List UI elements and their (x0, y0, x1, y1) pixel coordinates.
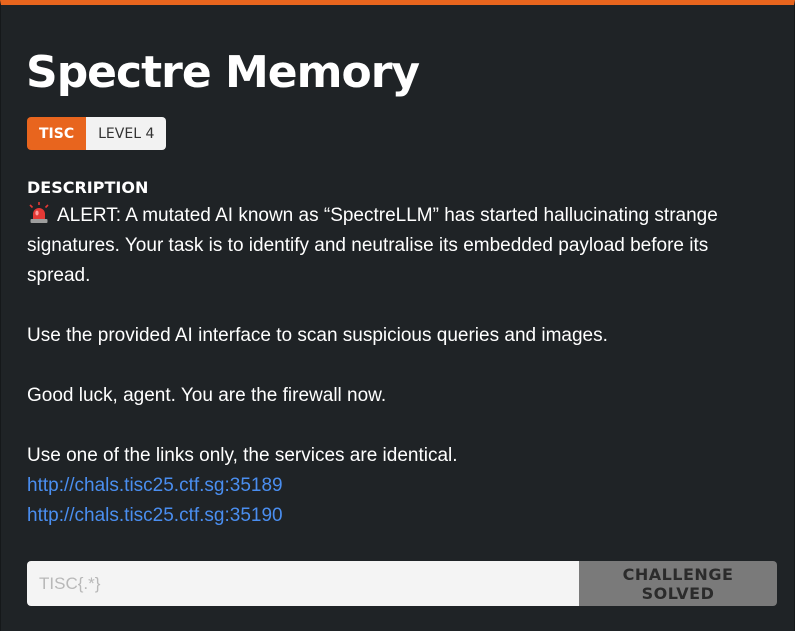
challenge-card: Spectre Memory TISC LEVEL 4 DESCRIPTION … (0, 0, 795, 631)
service-link-1[interactable]: http://chals.tisc25.ctf.sg:35189 (27, 471, 772, 501)
description-heading: DESCRIPTION (27, 178, 149, 197)
level-tag: LEVEL 4 (86, 117, 167, 150)
description-paragraph: Good luck, agent. You are the firewall n… (27, 385, 387, 406)
challenge-solved-button[interactable]: CHALLENGE SOLVED (579, 561, 777, 606)
alert-text: ALERT: A mutated AI known as “SpectreLLM… (27, 205, 718, 286)
challenge-title: Spectre Memory (26, 47, 420, 98)
description-paragraph: Use the provided AI interface to scan su… (27, 325, 608, 346)
rotating-light-icon (27, 202, 51, 224)
event-tag: TISC (27, 117, 87, 150)
description-paragraph: Use one of the links only, the services … (27, 445, 458, 466)
description-body: ALERT: A mutated AI known as “SpectreLLM… (27, 201, 772, 531)
alert-paragraph: ALERT: A mutated AI known as “SpectreLLM… (27, 201, 772, 291)
flag-input[interactable] (27, 561, 579, 606)
challenge-tags: TISC LEVEL 4 (27, 117, 167, 150)
service-link-2[interactable]: http://chals.tisc25.ctf.sg:35190 (27, 501, 772, 531)
flag-submission-form: CHALLENGE SOLVED (27, 561, 777, 606)
